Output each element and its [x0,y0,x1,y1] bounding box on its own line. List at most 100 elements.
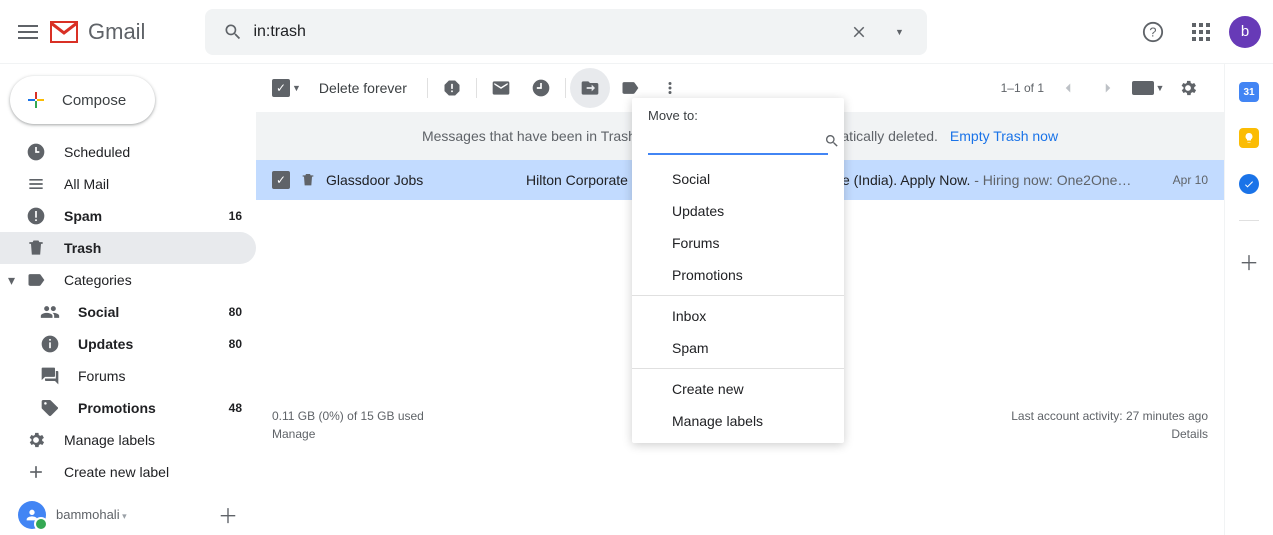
delete-forever-button[interactable]: Delete forever [319,80,407,96]
label-icon [620,78,640,98]
close-icon [850,23,868,41]
hangouts-username[interactable]: bammohali [56,507,127,522]
sidebar-item-updates[interactable]: Updates 80 [0,328,256,360]
search-button[interactable] [213,12,253,52]
sidebar-item-trash[interactable]: Trash [0,232,256,264]
search-icon [223,22,243,42]
help-icon: ? [1142,21,1164,43]
menu-button[interactable] [8,12,48,52]
chevron-right-icon [1099,79,1117,97]
compose-button[interactable]: Compose [10,76,155,124]
sidebar-item-create-new-label[interactable]: Create new label [0,456,256,488]
side-panel: 31 ＋ [1225,64,1273,535]
keyboard-icon [1132,81,1154,95]
plus-icon [26,462,46,482]
plus-multicolor-icon [24,88,48,112]
sidebar-item-forums[interactable]: Forums [0,360,256,392]
details-link[interactable]: Details [1171,427,1208,441]
report-spam-button[interactable] [432,68,472,108]
select-all-checkbox[interactable]: ✓ [272,79,290,97]
hangouts-bar: bammohali ＋ [0,500,256,529]
clock-send-icon [26,142,46,162]
more-vert-icon [661,79,679,97]
sidebar-item-count: 48 [229,401,242,415]
storage-text: 0.11 GB (0%) of 15 GB used [272,407,424,425]
move-to-option-spam[interactable]: Spam [632,332,844,364]
input-tools-button[interactable]: ▼ [1128,68,1168,108]
hamburger-icon [18,25,38,39]
move-to-option-social[interactable]: Social [632,163,844,195]
chevron-down-icon: ▼ [1156,83,1165,93]
compose-label: Compose [62,92,126,109]
older-button[interactable] [1088,68,1128,108]
tag-icon [40,398,60,418]
search-input[interactable] [253,23,839,41]
sidebar-item-categories[interactable]: ▾Categories [0,264,256,296]
chevron-left-icon [1059,79,1077,97]
person-icon [24,507,40,523]
message-date: Apr 10 [1173,173,1208,187]
gmail-logo[interactable]: Gmail [48,16,145,48]
sidebar: Compose Scheduled All Mail Spam16 Trash ▾Cat… [0,64,256,535]
trash-icon [26,238,46,258]
sidebar-item-label: Manage labels [64,432,155,448]
sidebar-item-label: Forums [78,368,125,384]
label-icon [26,270,46,290]
pager-text: 1–1 of 1 [1001,81,1044,95]
clock-icon [531,78,551,98]
chevron-down-icon: ▼ [895,27,904,37]
sidebar-item-label: Promotions [78,400,156,416]
select-dropdown[interactable]: ▼ [292,83,301,93]
move-to-search [648,129,828,155]
move-to-title: Move to: [632,108,844,129]
apps-button[interactable] [1181,12,1221,52]
move-to-option-forums[interactable]: Forums [632,227,844,259]
mail-icon [491,78,511,98]
sidebar-item-label: Trash [64,240,101,256]
settings-button[interactable] [1168,68,1208,108]
sidebar-item-label: All Mail [64,176,109,192]
sidebar-item-label: Spam [64,208,102,224]
sidebar-item-spam[interactable]: Spam16 [0,200,256,232]
sidebar-item-count: 80 [229,337,242,351]
message-checkbox[interactable]: ✓ [272,171,290,189]
support-button[interactable]: ? [1133,12,1173,52]
tasks-addon[interactable] [1239,174,1259,194]
message-sender: Glassdoor Jobs [326,172,516,188]
newer-button[interactable] [1048,68,1088,108]
get-addons-button[interactable]: ＋ [1239,247,1259,276]
move-to-option-updates[interactable]: Updates [632,195,844,227]
svg-text:?: ? [1149,24,1156,39]
sidebar-item-social[interactable]: Social80 [0,296,256,328]
stack-icon [26,174,46,194]
clear-search-button[interactable] [839,12,879,52]
sidebar-item-count: 80 [229,305,242,319]
move-to-option-inbox[interactable]: Inbox [632,300,844,332]
search-options-button[interactable]: ▼ [879,12,919,52]
trash-icon [300,172,316,188]
sidebar-item-all-mail[interactable]: All Mail [0,168,256,200]
sidebar-item-promotions[interactable]: Promotions 48 [0,392,256,424]
message-text: Hilton Corporate is hiring a Housekeepin… [526,172,1163,188]
sidebar-item-label: Updates [78,336,133,352]
move-to-search-input[interactable] [648,134,824,149]
manage-storage-link[interactable]: Manage [272,427,315,441]
spam-icon [442,78,462,98]
gmail-wordmark: Gmail [88,19,145,45]
move-to-option-promotions[interactable]: Promotions [632,259,844,291]
keep-addon[interactable] [1239,128,1259,148]
calendar-addon[interactable]: 31 [1239,82,1259,102]
mark-unread-button[interactable] [481,68,521,108]
spam-icon [26,206,46,226]
snooze-button[interactable] [521,68,561,108]
new-chat-button[interactable]: ＋ [218,500,238,529]
hangouts-avatar[interactable] [18,501,46,529]
account-avatar[interactable]: b [1229,16,1261,48]
move-to-button[interactable] [570,68,610,108]
empty-trash-link[interactable]: Empty Trash now [950,128,1058,144]
sidebar-item-manage-labels[interactable]: Manage labels [0,424,256,456]
sidebar-item-label: Create new label [64,464,169,480]
sidebar-item-scheduled[interactable]: Scheduled [0,136,256,168]
move-to-option-manage-labels[interactable]: Manage labels [632,405,844,437]
move-to-option-create-new[interactable]: Create new [632,373,844,405]
